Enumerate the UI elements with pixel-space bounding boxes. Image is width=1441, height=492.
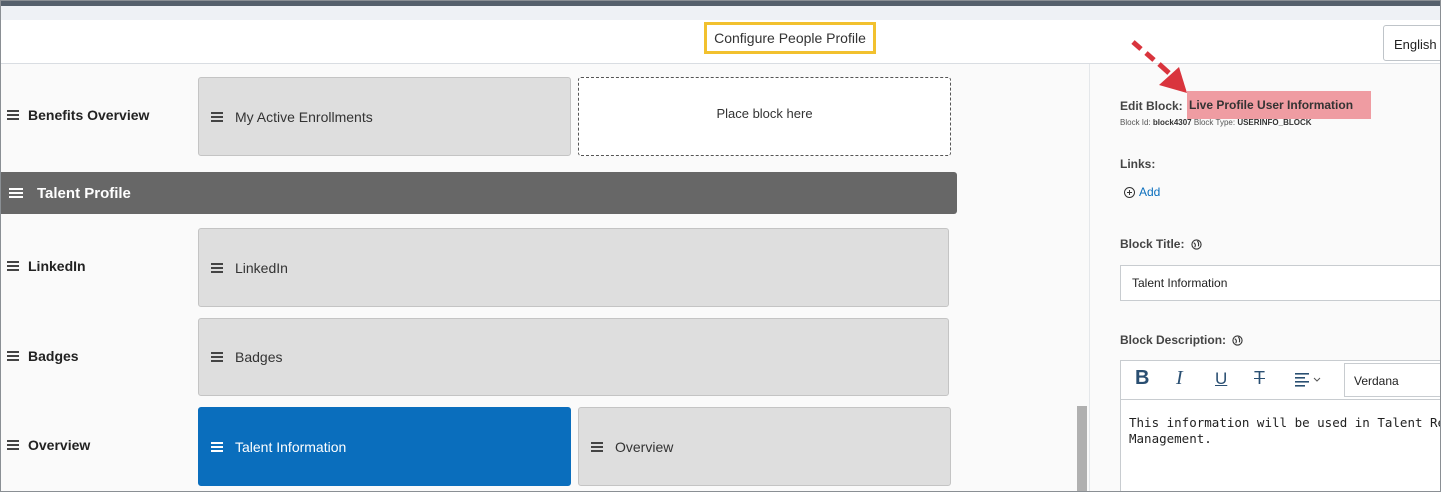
language-selector[interactable]: English U bbox=[1383, 25, 1440, 61]
block-badges[interactable]: Badges bbox=[198, 318, 949, 396]
block-id-label: Block Id: bbox=[1120, 118, 1151, 127]
block-overview[interactable]: Overview bbox=[578, 407, 951, 486]
row-label-text: Badges bbox=[28, 348, 79, 364]
drag-handle-icon[interactable] bbox=[7, 351, 19, 361]
scrollbar-thumb[interactable] bbox=[1077, 406, 1087, 491]
section-talent-profile[interactable]: Talent Profile bbox=[1, 172, 957, 214]
drag-handle-icon[interactable] bbox=[7, 440, 19, 450]
block-title-label: Block Title: bbox=[1120, 237, 1185, 251]
underline-button[interactable]: U bbox=[1215, 369, 1227, 389]
edit-block-name: Live Profile User Information bbox=[1187, 91, 1371, 119]
align-left-icon[interactable] bbox=[1295, 373, 1323, 389]
block-title-input[interactable]: Talent Information bbox=[1120, 265, 1440, 301]
block-label: Overview bbox=[615, 438, 674, 455]
row-label-linkedin[interactable]: LinkedIn bbox=[7, 258, 86, 274]
block-talent-information[interactable]: Talent Information bbox=[198, 407, 571, 486]
drag-handle-icon[interactable] bbox=[591, 441, 603, 452]
drag-handle-icon[interactable] bbox=[7, 110, 19, 120]
block-label: Talent Information bbox=[235, 438, 347, 455]
drag-handle-icon[interactable] bbox=[9, 188, 23, 198]
block-description-label-wrap: Block Description: bbox=[1120, 333, 1244, 347]
block-label: LinkedIn bbox=[235, 259, 288, 276]
add-link-label: Add bbox=[1139, 185, 1161, 199]
description-line: This information will be used in Talent … bbox=[1129, 415, 1440, 430]
bold-button[interactable]: B bbox=[1135, 367, 1149, 390]
drag-handle-icon[interactable] bbox=[211, 352, 223, 362]
rich-text-toolbar: B I U T Verdana bbox=[1120, 360, 1440, 400]
block-label: Badges bbox=[235, 349, 283, 365]
add-circle-icon bbox=[1124, 186, 1135, 198]
block-linkedin[interactable]: LinkedIn bbox=[198, 228, 949, 307]
description-line: Management. bbox=[1129, 431, 1212, 446]
row-label-benefits-overview[interactable]: Benefits Overview bbox=[7, 107, 149, 123]
links-label: Links: bbox=[1120, 157, 1156, 171]
font-select[interactable]: Verdana bbox=[1344, 363, 1440, 397]
block-label: My Active Enrollments bbox=[235, 108, 373, 125]
place-block-dropzone[interactable]: Place block here bbox=[578, 77, 951, 156]
add-link-button[interactable]: Add bbox=[1124, 185, 1160, 199]
drag-handle-icon[interactable] bbox=[211, 111, 223, 122]
block-title-label-wrap: Block Title: bbox=[1120, 237, 1202, 251]
block-meta: Block Id: block4307 Block Type: USERINFO… bbox=[1120, 118, 1312, 127]
row-label-overview[interactable]: Overview bbox=[7, 437, 90, 453]
block-type-label: Block Type: bbox=[1193, 118, 1236, 127]
drag-handle-icon[interactable] bbox=[211, 441, 223, 452]
row-label-text: Overview bbox=[28, 437, 91, 453]
drag-handle-icon[interactable] bbox=[7, 261, 19, 271]
edit-block-label: Edit Block: bbox=[1120, 99, 1183, 113]
section-title: Talent Profile bbox=[37, 184, 131, 202]
globe-icon[interactable] bbox=[1191, 239, 1202, 250]
block-type: USERINFO_BLOCK bbox=[1237, 118, 1312, 127]
app-window: Configure People Profile English U Benef… bbox=[0, 0, 1441, 492]
top-strip bbox=[1, 6, 1440, 20]
row-label-text: Benefits Overview bbox=[28, 107, 150, 123]
block-description-label: Block Description: bbox=[1120, 333, 1227, 347]
row-label-badges[interactable]: Badges bbox=[7, 348, 79, 364]
page-title: Configure People Profile bbox=[704, 22, 876, 54]
block-id: block4307 bbox=[1152, 118, 1192, 127]
block-my-active-enrollments[interactable]: My Active Enrollments bbox=[198, 77, 571, 156]
globe-icon[interactable] bbox=[1232, 335, 1244, 346]
row-label-text: LinkedIn bbox=[28, 258, 86, 274]
description-editor[interactable]: This information will be used in Talent … bbox=[1120, 399, 1440, 491]
strikethrough-button[interactable]: T bbox=[1254, 368, 1265, 389]
drag-handle-icon[interactable] bbox=[211, 262, 223, 273]
italic-button[interactable]: I bbox=[1176, 367, 1183, 390]
